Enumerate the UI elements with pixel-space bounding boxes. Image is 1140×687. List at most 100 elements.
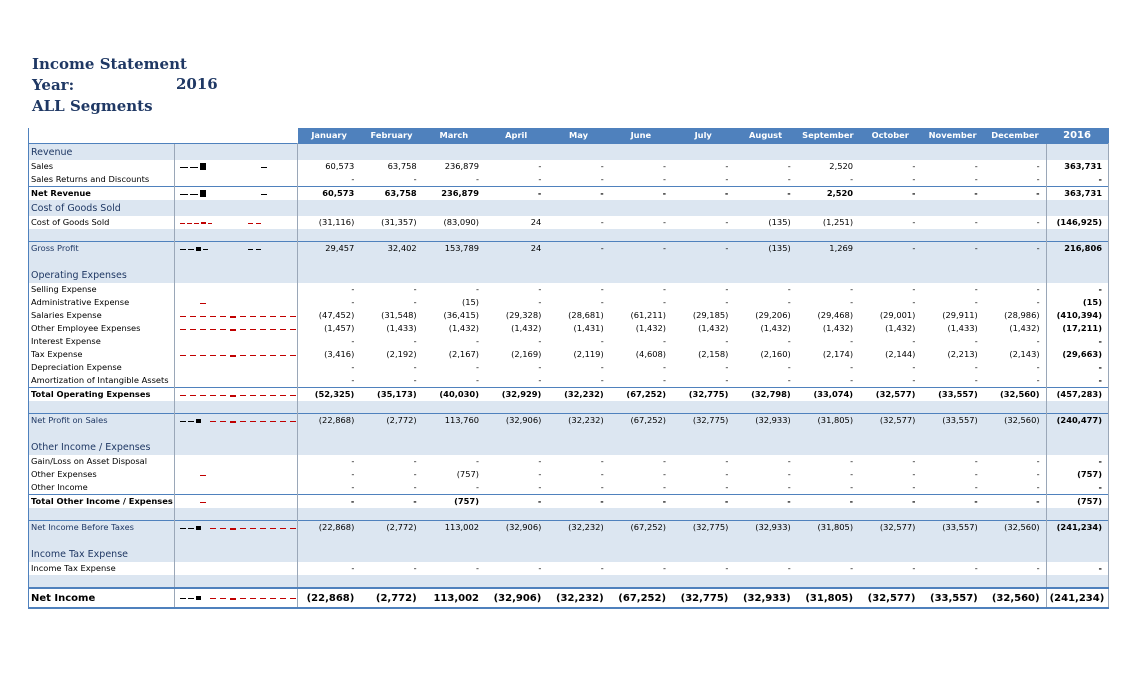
month-value-cell: (29,206) (755, 310, 791, 320)
month-value-cell: - (351, 563, 355, 573)
month-value-cell: - (912, 161, 916, 171)
month-value-cell: (1,432) (448, 323, 479, 333)
table-row: Salaries Expense (47,452) (31,548) (36,415)… (29, 309, 1110, 322)
month-value-cell: (1,432) (698, 323, 729, 333)
month-value-cell: - (734, 494, 797, 508)
month-value-cell: - (974, 362, 978, 372)
month-value-cell (360, 439, 423, 455)
month-value-cell: (40,030) (422, 387, 485, 401)
month-value-cell: (32,775) (672, 520, 735, 534)
sparkline-cell (173, 546, 299, 562)
month-value-cell: 236,879 (444, 161, 479, 171)
column-header-month: April (485, 128, 548, 144)
month-value-cell: (32,906) (485, 520, 548, 534)
month-value-cell (921, 267, 984, 283)
spacer-cell (921, 508, 984, 521)
month-value-cell: - (787, 284, 791, 294)
spacer-cell (297, 401, 361, 414)
year-value[interactable]: 2016 (176, 75, 218, 93)
month-value-cell: - (351, 482, 355, 492)
month-value-cell: (2,213) (947, 349, 978, 359)
row-label: Income Tax Expense (28, 546, 175, 562)
month-value-cell: - (796, 494, 860, 508)
spacer-row (28, 575, 1110, 588)
year-label: Year: (32, 76, 75, 94)
sparkline-cell (173, 216, 299, 229)
month-value-cell: - (413, 456, 417, 466)
sparkline-cell (173, 296, 299, 309)
month-value-cell: - (912, 174, 916, 184)
month-value-cell: - (600, 482, 604, 492)
month-value-cell: (35,173) (360, 387, 423, 401)
month-value-cell: (135) (768, 217, 791, 227)
month-value-cell: - (600, 217, 604, 227)
month-value-cell: (2,772) (360, 587, 423, 609)
month-value-cell: (2,169) (511, 349, 542, 359)
month-value-cell: (83,090) (443, 217, 479, 227)
spacer-cell (859, 255, 922, 267)
table-row: Net Income (22,868) (2,772) 113,002 (32,906)… (28, 587, 1110, 609)
month-value-cell: - (912, 297, 916, 307)
sparkline-cell (173, 374, 299, 388)
month-value-cell: (2,119) (573, 349, 604, 359)
month-value-cell: - (850, 375, 854, 385)
year-total-cell: (146,925) (1045, 216, 1110, 229)
month-value-cell: - (725, 336, 729, 346)
month-value-cell: - (297, 494, 361, 508)
month-value-cell: - (351, 456, 355, 466)
month-value-cell: - (725, 161, 729, 171)
month-value-cell: - (1036, 297, 1040, 307)
spacer-cell (672, 427, 735, 439)
month-value-cell (547, 267, 610, 283)
spacer-cell (796, 427, 860, 439)
row-label: Tax Expense (31, 349, 83, 359)
month-value-cell: (1,251) (822, 217, 854, 227)
header-spark-blank-cell (174, 128, 298, 144)
month-value-cell: (32,775) (672, 413, 735, 427)
month-value-cell: 113,002 (422, 587, 485, 609)
month-value-cell (796, 267, 860, 283)
month-value-cell: (32,933) (734, 587, 797, 609)
month-value-cell (983, 267, 1047, 283)
month-value-cell (921, 546, 984, 562)
spacer-cell (28, 255, 175, 267)
spacer-cell (921, 401, 984, 414)
month-value-cell: - (413, 469, 417, 479)
month-value-cell: (33,074) (796, 387, 860, 401)
table-row: Sales 60,573 63,758 236,879- - - - -2,520- - -363… (29, 160, 1110, 173)
sparkline-icon (199, 501, 206, 503)
section-header-row: Income Tax Expense (28, 546, 1110, 562)
row-label: Income Tax Expense (31, 563, 116, 573)
spacer-cell (360, 534, 423, 546)
month-value-cell: - (538, 482, 542, 492)
month-value-cell: - (921, 241, 984, 255)
month-value-cell: (1,431) (573, 323, 604, 333)
month-value-cell (734, 267, 797, 283)
month-value-cell (485, 267, 548, 283)
spacer-cell (796, 534, 860, 546)
month-value-cell (796, 143, 860, 160)
segment-label[interactable]: ALL Segments (32, 96, 153, 116)
income-statement-table: January February March April May June July Augu… (28, 128, 1110, 609)
month-value-cell: - (663, 161, 667, 171)
month-value-cell: (67,252) (609, 387, 673, 401)
month-value-cell: - (1036, 375, 1040, 385)
month-value-cell: - (672, 241, 735, 255)
spacer-cell (1045, 427, 1110, 439)
spacer-cell (983, 229, 1047, 242)
month-value-cell: (32,577) (859, 387, 922, 401)
month-value-cell: (61,211) (630, 310, 667, 320)
month-value-cell: - (672, 186, 735, 200)
sparkline-cell (173, 283, 299, 296)
row-label: Selling Expense (31, 284, 97, 294)
month-value-cell: - (663, 174, 667, 184)
month-value-cell: - (974, 161, 978, 171)
month-value-cell: (4,608) (635, 349, 667, 359)
year-total-cell: (241,234) (1045, 587, 1110, 609)
row-label: Amortization of Intangible Assets (31, 375, 169, 385)
month-value-cell (672, 143, 735, 160)
sparkline-cell (173, 468, 299, 481)
spacer-cell (796, 229, 860, 242)
month-value-cell (297, 200, 361, 216)
table-row: Total Other Income / Expenses - - (757) - - - -… (28, 494, 1110, 508)
